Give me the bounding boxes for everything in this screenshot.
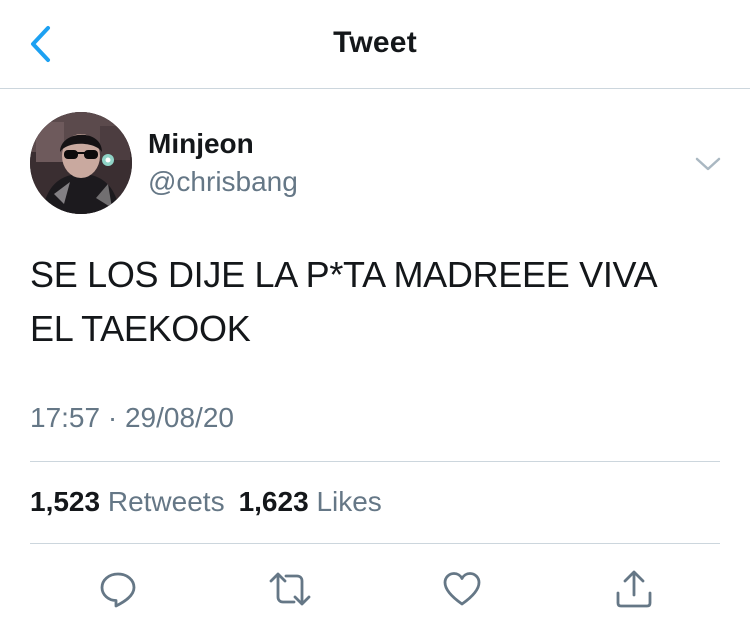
share-icon [616,570,652,608]
retweet-icon [269,572,311,606]
tweet-timestamp: 17:57 · 29/08/20 [30,402,234,434]
tweet-text: SE LOS DIJE LA P*TA MADREEE VIVA EL TAEK… [30,248,730,356]
like-icon [443,572,481,606]
page-title: Tweet [333,26,417,59]
user-handle[interactable]: @chrisbang [148,166,298,198]
avatar-image [30,112,132,214]
avatar[interactable] [30,112,132,214]
retweets-stat[interactable]: 1,523 Retweets [30,486,225,517]
user-name[interactable]: Minjeon [148,128,254,160]
tweet-time: 17:57 [30,402,101,433]
reply-button[interactable] [96,567,140,611]
like-button[interactable] [440,567,484,611]
tweet-actions [0,562,750,612]
more-options-button[interactable] [692,150,724,178]
reply-icon [100,572,136,608]
likes-count: 1,623 [238,486,309,517]
tweet-text-line: EL TAEKOOK [30,308,251,349]
likes-label: Likes [316,486,382,517]
top-bar: Tweet [0,0,750,89]
retweets-count: 1,523 [30,486,101,517]
divider [30,543,720,544]
divider [30,461,720,462]
likes-stat[interactable]: 1,623 Likes [239,486,382,517]
retweet-button[interactable] [268,567,312,611]
share-button[interactable] [612,567,656,611]
tweet-text-line: SE LOS DIJE LA P*TA MADREEE VIVA [30,254,658,295]
chevron-down-icon [695,157,721,171]
retweets-label: Retweets [107,486,225,517]
timestamp-separator: · [107,402,118,433]
tweet-date: 29/08/20 [124,402,234,433]
tweet-stats: 1,523 Retweets 1,623 Likes [30,486,382,518]
